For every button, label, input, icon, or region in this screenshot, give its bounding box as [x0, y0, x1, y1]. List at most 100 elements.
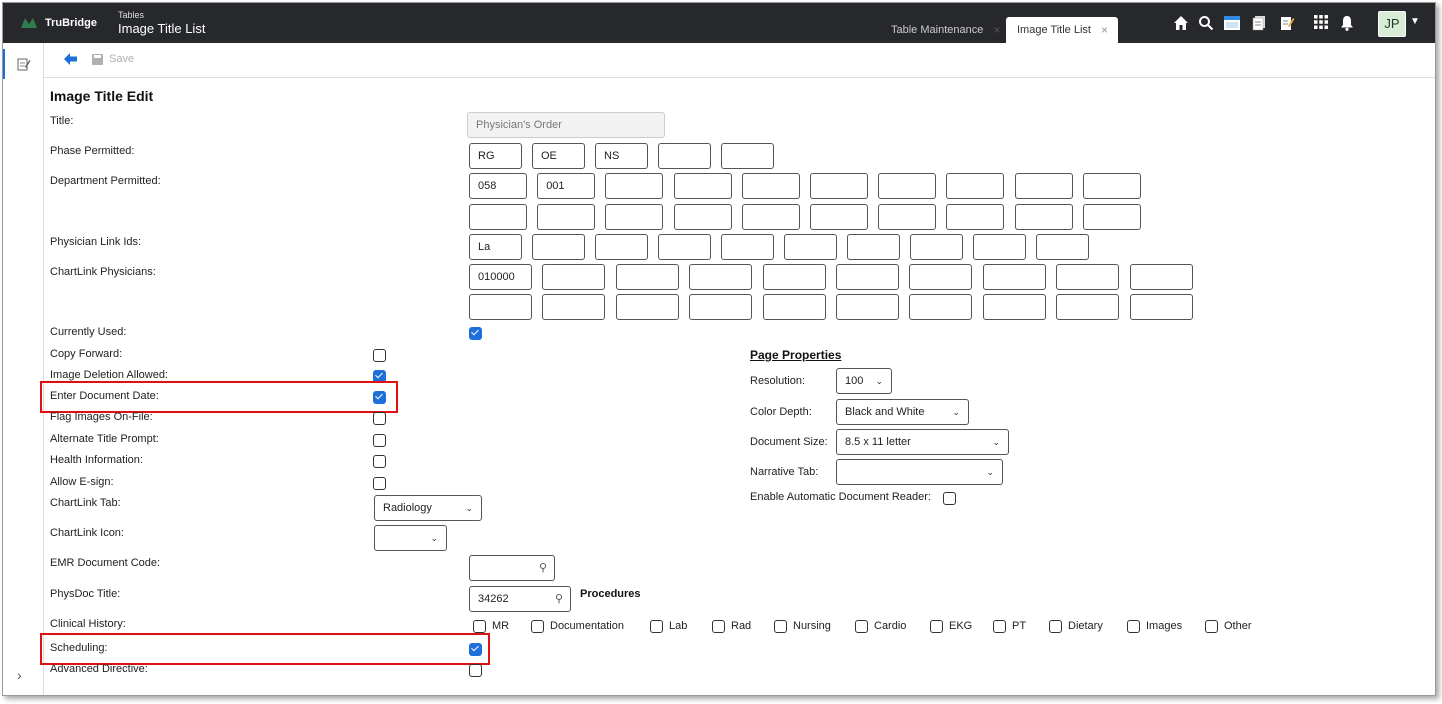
chartlink-field-row1-3[interactable] [615, 264, 679, 290]
dept-field-row1-4[interactable] [673, 173, 732, 199]
chartlink-field-row1-4[interactable] [689, 264, 753, 290]
chartlink-field-row2-7[interactable] [909, 294, 973, 320]
allow-esign-checkbox[interactable] [373, 477, 386, 490]
dept-field-row2-3[interactable] [605, 204, 664, 230]
narrative-select[interactable]: ⌄ [836, 459, 1003, 485]
documents-icon[interactable] [1251, 15, 1267, 31]
auto-reader-checkbox[interactable] [943, 492, 956, 505]
phase-field-3[interactable]: NS [595, 143, 648, 169]
physlink-field-7[interactable] [847, 234, 900, 260]
procedure-checkbox-images[interactable] [1127, 620, 1140, 633]
dept-field-row1-5[interactable] [741, 173, 800, 199]
search-icon[interactable] [1198, 15, 1214, 31]
procedure-checkbox-mr[interactable] [473, 620, 486, 633]
procedure-checkbox-ekg[interactable] [930, 620, 943, 633]
save-button[interactable]: Save [92, 53, 134, 65]
phase-field-4[interactable] [658, 143, 711, 169]
physlink-field-4[interactable] [658, 234, 711, 260]
chartlink-field-row1-7[interactable] [909, 264, 973, 290]
procedure-checkbox-pt[interactable] [993, 620, 1006, 633]
chartlink-field-row1-1[interactable]: 010000 [469, 264, 532, 290]
advanced-directive-checkbox[interactable] [469, 664, 482, 677]
dept-field-row2-4[interactable] [673, 204, 732, 230]
phase-field-2[interactable]: OE [532, 143, 585, 169]
currently-used-checkbox[interactable] [469, 327, 482, 340]
tab-image-title-list[interactable]: Image Title List × [1006, 17, 1118, 43]
chartlink-icon-select[interactable]: ⌄ [374, 525, 447, 551]
chartlink-tab-select[interactable]: Radiology ⌄ [374, 495, 482, 521]
dept-field-row1-8[interactable] [946, 173, 1005, 199]
search-icon[interactable]: ⚲ [555, 587, 563, 611]
dept-field-row2-10[interactable] [1082, 204, 1141, 230]
physlink-field-5[interactable] [721, 234, 774, 260]
physlink-field-10[interactable] [1036, 234, 1089, 260]
health-info-checkbox[interactable] [373, 455, 386, 468]
close-icon[interactable]: × [1101, 23, 1108, 37]
apps-grid-icon[interactable] [1313, 15, 1329, 31]
dept-field-row2-6[interactable] [810, 204, 868, 230]
dept-field-row1-9[interactable] [1014, 173, 1073, 199]
bell-icon[interactable] [1339, 15, 1355, 31]
phase-field-5[interactable] [721, 143, 774, 169]
chartlink-field-row1-5[interactable] [762, 264, 826, 290]
chartlink-field-row2-3[interactable] [615, 294, 679, 320]
dept-field-row2-1[interactable] [469, 204, 527, 230]
tab-table-maintenance[interactable]: Table Maintenance × [881, 17, 1001, 43]
chartlink-field-row1-9[interactable] [1056, 264, 1120, 290]
dept-field-row2-8[interactable] [946, 204, 1005, 230]
enter-doc-date-checkbox[interactable] [373, 391, 386, 404]
procedure-checkbox-documentation[interactable] [531, 620, 544, 633]
dept-field-row1-7[interactable] [878, 173, 937, 199]
doc-size-select[interactable]: 8.5 x 11 letter ⌄ [836, 429, 1009, 455]
logo[interactable]: TruBridge [21, 17, 97, 29]
phase-field-1[interactable]: RG [469, 143, 522, 169]
alt-title-checkbox[interactable] [373, 434, 386, 447]
title-field[interactable]: Physician's Order [467, 112, 665, 138]
chartlink-field-row2-1[interactable] [469, 294, 532, 320]
procedure-checkbox-lab[interactable] [650, 620, 663, 633]
flag-images-checkbox[interactable] [373, 412, 386, 425]
physlink-field-6[interactable] [784, 234, 837, 260]
rail-item-edit[interactable] [3, 49, 43, 79]
search-icon[interactable]: ⚲ [539, 556, 547, 580]
procedure-checkbox-nursing[interactable] [774, 620, 787, 633]
dept-field-row1-6[interactable] [810, 173, 868, 199]
scheduling-checkbox[interactable] [469, 643, 482, 656]
chartlink-field-row2-10[interactable] [1129, 294, 1193, 320]
dept-field-row2-9[interactable] [1014, 204, 1073, 230]
procedure-checkbox-other[interactable] [1205, 620, 1218, 633]
dept-field-row2-5[interactable] [741, 204, 800, 230]
dept-field-row1-2[interactable]: 001 [537, 173, 596, 199]
copy-forward-checkbox[interactable] [373, 349, 386, 362]
chevron-down-icon[interactable]: ▼ [1410, 16, 1420, 27]
chartlink-field-row2-5[interactable] [762, 294, 826, 320]
chartlink-field-row2-2[interactable] [542, 294, 606, 320]
chartlink-field-row1-10[interactable] [1129, 264, 1193, 290]
dept-field-row2-2[interactable] [537, 204, 596, 230]
chartlink-field-row2-4[interactable] [689, 294, 753, 320]
back-button[interactable] [64, 53, 78, 67]
chevron-right-icon[interactable]: › [17, 667, 22, 683]
chartlink-field-row1-8[interactable] [982, 264, 1046, 290]
physlink-field-9[interactable] [973, 234, 1026, 260]
dept-field-row1-3[interactable] [605, 173, 664, 199]
procedure-checkbox-rad[interactable] [712, 620, 725, 633]
physlink-field-8[interactable] [910, 234, 963, 260]
home-icon[interactable] [1173, 15, 1189, 31]
close-icon[interactable]: × [993, 23, 1000, 37]
color-depth-select[interactable]: Black and White ⌄ [836, 399, 969, 425]
dept-field-row1-1[interactable]: 058 [469, 173, 527, 199]
dept-field-row2-7[interactable] [878, 204, 937, 230]
physlink-field-2[interactable] [532, 234, 585, 260]
chartlink-field-row1-2[interactable] [542, 264, 606, 290]
physlink-field-3[interactable] [595, 234, 648, 260]
chartlink-field-row2-6[interactable] [836, 294, 899, 320]
emr-code-search[interactable]: ⚲ [469, 555, 555, 581]
dept-field-row1-10[interactable] [1082, 173, 1141, 199]
edit-note-icon[interactable] [1279, 15, 1295, 31]
window-icon[interactable] [1223, 15, 1240, 31]
procedure-checkbox-dietary[interactable] [1049, 620, 1062, 633]
avatar[interactable]: JP [1378, 11, 1406, 37]
chartlink-field-row2-9[interactable] [1056, 294, 1120, 320]
physdoc-search[interactable]: 34262 ⚲ [469, 586, 571, 612]
